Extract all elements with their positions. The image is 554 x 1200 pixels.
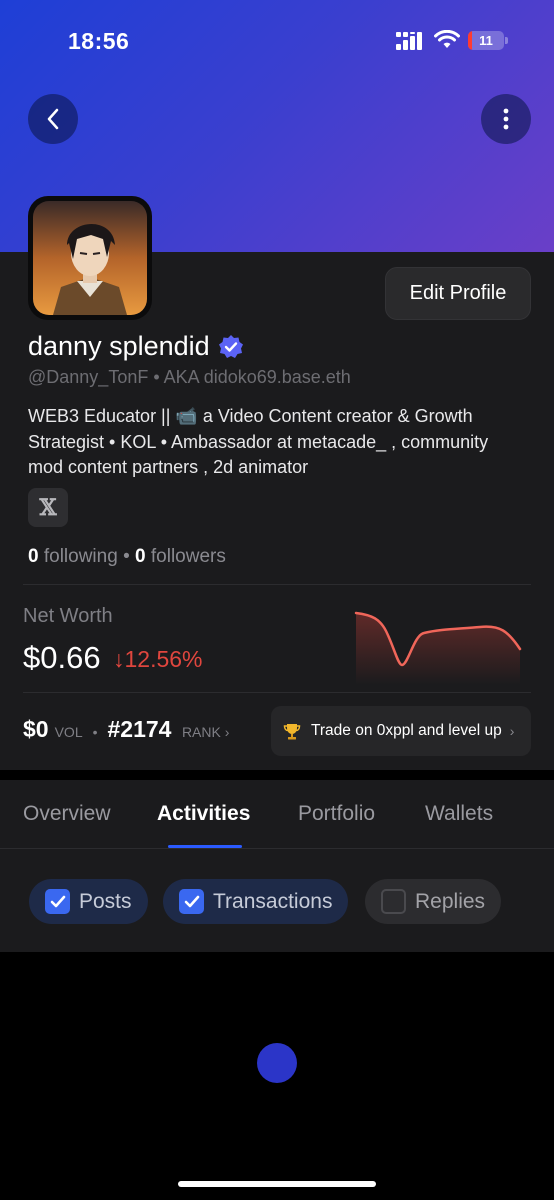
volume-label: VOL [54,724,83,740]
home-indicator[interactable] [178,1181,376,1187]
name-row: danny splendid [28,331,244,362]
net-worth-change: ↓12.56% [113,646,203,672]
handle-row: @Danny_TonF • AKA didoko69.base.eth [28,367,351,387]
net-worth-value: $0.66 [23,640,101,675]
aka-name: AKA didoko69.base.eth [163,367,351,387]
trophy-icon [283,724,301,740]
filter-posts[interactable]: Posts [29,879,148,924]
filter-replies[interactable]: Replies [365,879,502,924]
rank-value: #2174 [107,716,172,742]
bio-text: WEB3 Educator || 📹 a Video Content creat… [28,406,489,477]
net-worth-label: Net Worth [23,605,113,627]
filter-transactions[interactable]: Transactions [163,879,349,924]
stats-row: $0 VOL • #2174 RANK › [23,716,230,743]
rank-label: RANK › [181,724,230,740]
checkbox-checked-icon [179,889,204,914]
edit-profile-button[interactable]: Edit Profile [385,267,531,320]
chevron-left-icon [47,108,59,130]
status-time: 18:56 [68,28,130,54]
follow-stats: 0 following • 0 followers [28,546,226,567]
verified-badge-icon [218,334,243,358]
trade-label: Trade on 0xppl and level up [311,722,502,739]
battery-indicator: 11 [468,31,504,50]
tab-portfolio[interactable]: Portfolio [298,802,375,826]
tab-overview[interactable]: Overview [23,802,111,826]
following-link[interactable]: 0 following [28,546,118,567]
avatar[interactable] [28,196,152,320]
avatar-image [33,201,147,315]
wifi-icon [434,30,460,48]
tab-activities[interactable]: Activities [157,802,250,826]
followers-link[interactable]: 0 followers [135,546,226,567]
divider [23,584,531,585]
filter-label: Replies [415,889,486,913]
battery-level: 11 [479,33,493,48]
display-name: danny splendid [28,331,210,361]
divider [23,692,531,693]
checkbox-unchecked-icon [381,889,406,914]
signal-icon [396,32,422,50]
checkbox-checked-icon [45,889,70,914]
chevron-right-icon: › [509,723,515,739]
more-options-button[interactable] [481,94,531,144]
more-vertical-icon [503,108,509,130]
tab-wallets[interactable]: Wallets [425,802,493,826]
filter-label: Posts [79,889,132,913]
filter-label: Transactions [213,889,333,913]
trade-level-up-button[interactable]: Trade on 0xppl and level up › [271,706,531,756]
volume-value: $0 [23,716,49,742]
back-button[interactable] [28,94,78,144]
rank-link[interactable]: #2174 RANK › [108,716,230,743]
active-tab-indicator [168,845,242,848]
loading-indicator [257,1043,297,1083]
status-bar: 18:56 11 [0,0,554,84]
x-social-link[interactable]: 𝕏 [28,488,68,527]
user-handle: @Danny_TonF [28,367,149,387]
x-logo-icon: 𝕏 [39,494,57,521]
tabs-divider [0,848,554,849]
net-worth-sparkline [354,611,522,685]
